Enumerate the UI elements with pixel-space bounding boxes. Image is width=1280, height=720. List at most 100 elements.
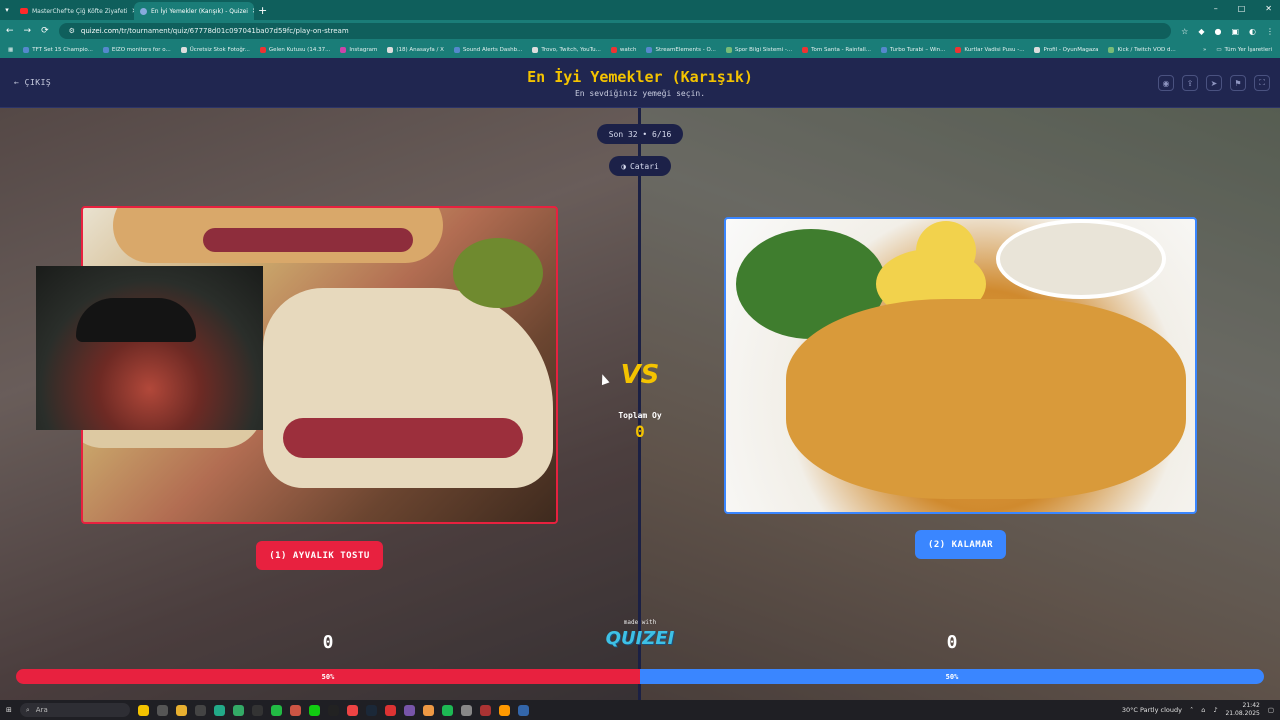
- minimize-button[interactable]: –: [1214, 4, 1218, 13]
- bookmark-label: watch: [619, 47, 637, 53]
- forward-icon[interactable]: →: [24, 26, 32, 36]
- option-left-button[interactable]: (1) AYVALIK TOSTU: [256, 541, 383, 570]
- tab-search-icon[interactable]: ▾: [0, 6, 14, 14]
- bookmark-label: Kick / Twitch VOD d...: [1117, 47, 1176, 53]
- bookmark-label: Turbo Turabi – Win...: [890, 47, 946, 53]
- app-icon[interactable]: [213, 704, 225, 716]
- network-icon[interactable]: ⌂: [1201, 706, 1205, 714]
- chrome-icon[interactable]: [422, 704, 434, 716]
- app-icon[interactable]: [498, 704, 510, 716]
- windows-start-icon[interactable]: ⊞: [6, 706, 12, 714]
- site-info-icon[interactable]: ⚙: [69, 27, 75, 35]
- bookmark-item[interactable]: EIZO monitors for o...: [102, 47, 171, 53]
- app-icon[interactable]: [346, 704, 358, 716]
- bookmark-favicon-icon: [23, 47, 30, 53]
- lemon-wedge: [916, 221, 976, 281]
- option-right-button[interactable]: (2) KALAMAR: [915, 530, 1006, 559]
- bookmark-item[interactable]: Sound Alerts Dashb...: [453, 47, 523, 53]
- tab-masterchef[interactable]: MasterChef'te Çiğ Köfte Ziyafeti ✕: [14, 2, 134, 20]
- bookmark-item[interactable]: Turbo Turabi – Win...: [881, 47, 945, 53]
- bookmark-item[interactable]: Spor Bilgi Sistemi -...: [725, 47, 792, 53]
- page-subtitle: En sevdiğiniz yemeği seçin.: [574, 89, 706, 98]
- epic-games-icon[interactable]: [327, 704, 339, 716]
- bookmark-item[interactable]: Instagram: [340, 47, 377, 53]
- eye-icon[interactable]: ◉: [1158, 75, 1174, 91]
- apps-icon[interactable]: ▦: [8, 47, 13, 53]
- steam-icon[interactable]: [365, 704, 377, 716]
- reload-icon[interactable]: ⟳: [41, 26, 49, 36]
- bookmark-item[interactable]: Gelen Kutusu (14.37...: [259, 47, 330, 53]
- url-host: quizei.com: [80, 27, 119, 35]
- app-icon[interactable]: [289, 704, 301, 716]
- fried-calamari: [786, 299, 1186, 499]
- xbox-icon[interactable]: [232, 704, 244, 716]
- maximize-button[interactable]: □: [1238, 4, 1246, 13]
- menu-icon[interactable]: ⋮: [1266, 27, 1274, 36]
- all-bookmarks-folder[interactable]: ▭ Tüm Yer İşaretleri: [1216, 47, 1272, 53]
- close-tab-icon[interactable]: ✕: [252, 7, 254, 15]
- quizei-logo[interactable]: QUIZEI: [595, 628, 685, 649]
- task-view-icon[interactable]: [156, 704, 168, 716]
- app-icon[interactable]: [251, 704, 263, 716]
- spotify-icon[interactable]: [441, 704, 453, 716]
- clock[interactable]: 21:42 21.08.2025: [1225, 702, 1259, 718]
- bookmark-label: Sound Alerts Dashb...: [462, 47, 523, 53]
- flag-icon[interactable]: ⚑: [1230, 75, 1246, 91]
- notification-icon[interactable]: ▢: [1268, 706, 1274, 714]
- weather-widget[interactable]: 30°C Partly cloudy: [1122, 706, 1182, 714]
- app-icon[interactable]: [517, 704, 529, 716]
- bookmark-item[interactable]: Trovo, Twitch, YouTu...: [532, 47, 601, 53]
- bookmark-item[interactable]: (18) Anasayfa / X: [387, 47, 444, 53]
- app-icon[interactable]: [460, 704, 472, 716]
- bookmark-label: (18) Anasayfa / X: [396, 47, 444, 53]
- app-icon[interactable]: [384, 704, 396, 716]
- shield-icon[interactable]: ●: [1214, 27, 1221, 36]
- bookmark-item[interactable]: Kurtlar Vadisi Pusu -...: [955, 47, 1024, 53]
- bookmark-item[interactable]: Profil - OyunMagaza: [1034, 47, 1098, 53]
- bookmark-item[interactable]: Tom Santa - Rainfall...: [802, 47, 871, 53]
- bookmark-item[interactable]: Ücretsiz Stok Fotoğr...: [180, 47, 250, 53]
- total-votes-label: Toplam Oy: [618, 411, 662, 420]
- volume-icon[interactable]: ♪: [1213, 706, 1217, 714]
- puzzle-icon[interactable]: ▣: [1231, 27, 1239, 36]
- bookmark-label: Kurtlar Vadisi Pusu -...: [964, 47, 1025, 53]
- app-icon[interactable]: [194, 704, 206, 716]
- share-icon[interactable]: ⇪: [1182, 75, 1198, 91]
- bookmark-favicon-icon: [1034, 47, 1041, 53]
- center-divider: [638, 108, 641, 700]
- profile-avatar-icon[interactable]: ◐: [1249, 27, 1256, 36]
- tab-quizei[interactable]: En İyi Yemekler (Karışık) - Quizei ✕: [134, 2, 254, 20]
- quizei-favicon-icon: [140, 7, 147, 15]
- send-icon[interactable]: ➤: [1206, 75, 1222, 91]
- new-tab-button[interactable]: +: [258, 4, 267, 17]
- bookmark-star-icon[interactable]: ☆: [1181, 27, 1188, 36]
- bookmark-label: EIZO monitors for o...: [111, 47, 171, 53]
- obs-icon[interactable]: [403, 704, 415, 716]
- tab-label: MasterChef'te Çiğ Köfte Ziyafeti: [32, 7, 128, 15]
- close-window-button[interactable]: ✕: [1265, 4, 1272, 13]
- bookmark-favicon-icon: [387, 47, 394, 53]
- tray-chevron-icon[interactable]: ˄: [1190, 706, 1193, 714]
- bookmark-favicon-icon: [802, 47, 809, 53]
- bookmark-item[interactable]: StreamElements - O...: [646, 47, 716, 53]
- clock-date: 21.08.2025: [1225, 710, 1260, 717]
- page-title: En İyi Yemekler (Karışık): [527, 68, 753, 86]
- file-explorer-icon[interactable]: [175, 704, 187, 716]
- copilot-icon[interactable]: [137, 704, 149, 716]
- app-icon[interactable]: [479, 704, 491, 716]
- fullscreen-icon[interactable]: ⛶: [1254, 75, 1270, 91]
- url-field[interactable]: ⚙ quizei.com/tr/tournament/quiz/67778d01…: [58, 23, 1172, 39]
- back-icon[interactable]: ←: [6, 26, 14, 36]
- whatsapp-icon[interactable]: [270, 704, 282, 716]
- app-icon[interactable]: [308, 704, 320, 716]
- bookmark-item[interactable]: Kick / Twitch VOD d...: [1108, 47, 1176, 53]
- option-right-image[interactable]: [724, 217, 1197, 514]
- bookmark-item[interactable]: TFT Set 15 Champio...: [23, 47, 93, 53]
- more-bookmarks-icon[interactable]: »: [1203, 47, 1206, 53]
- window-controls: – □ ✕: [1214, 4, 1272, 13]
- made-with-label: made with: [623, 619, 657, 626]
- taskbar-search[interactable]: ⌕ Ara: [19, 703, 130, 717]
- all-bookmarks-label: Tüm Yer İşaretleri: [1224, 47, 1272, 53]
- bookmark-item[interactable]: watch: [610, 47, 637, 53]
- extension-icon[interactable]: ◆: [1198, 27, 1204, 36]
